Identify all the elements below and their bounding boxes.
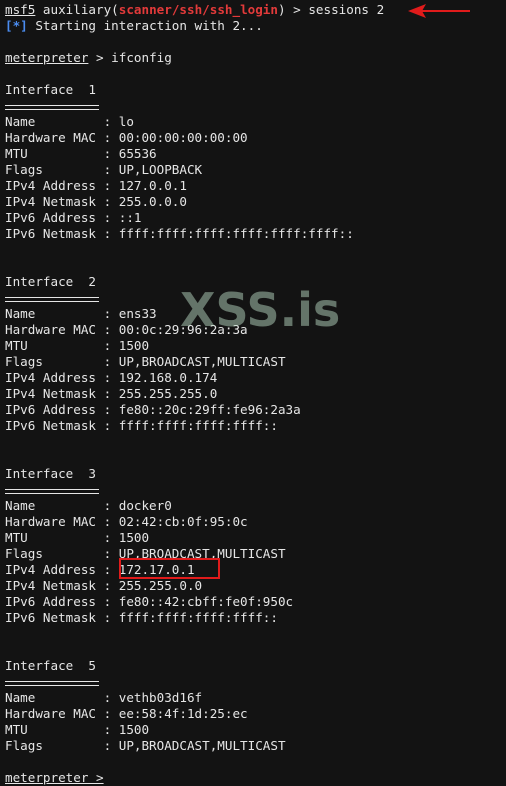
interface-row: Flags : UP,BROADCAST,MULTICAST bbox=[5, 354, 286, 369]
interface-row: Name : docker0 bbox=[5, 498, 172, 513]
interface-row: Flags : UP,BROADCAST,MULTICAST bbox=[5, 546, 286, 561]
interface-row: IPv4 Netmask : 255.255.255.0 bbox=[5, 386, 218, 401]
title-underline bbox=[5, 489, 99, 494]
interface-row: Name : vethb03d16f bbox=[5, 690, 203, 705]
interface-row: MTU : 1500 bbox=[5, 722, 150, 737]
interface-row-highlighted: IPv4 Address : 172.17.0.1 bbox=[5, 562, 195, 577]
msf-prompt-prefix: msf5 bbox=[5, 2, 36, 17]
interface-row: IPv4 Netmask : 255.0.0.0 bbox=[5, 194, 187, 209]
interface-title: Interface 3 bbox=[5, 466, 96, 481]
interface-row: IPv6 Netmask : ffff:ffff:ffff:ffff:: bbox=[5, 418, 278, 433]
title-underline bbox=[5, 297, 99, 302]
meterpreter-label: meterpreter bbox=[5, 50, 89, 65]
interface-row: IPv4 Netmask : 255.255.0.0 bbox=[5, 578, 203, 593]
sessions-command: > sessions 2 bbox=[285, 2, 385, 17]
interface-row: Hardware MAC : ee:58:4f:1d:25:ec bbox=[5, 706, 248, 721]
interface-row: IPv6 Address : ::1 bbox=[5, 210, 142, 225]
ifconfig-command: > ifconfig bbox=[88, 50, 172, 65]
interface-row: MTU : 65536 bbox=[5, 146, 157, 161]
interface-row: IPv6 Netmask : ffff:ffff:ffff:ffff:: bbox=[5, 610, 278, 625]
interface-row: Name : lo bbox=[5, 114, 134, 129]
interface-row: MTU : 1500 bbox=[5, 338, 150, 353]
status-tag: [*] bbox=[5, 18, 28, 33]
interface-row: IPv6 Address : fe80::42:cbff:fe0f:950c bbox=[5, 594, 294, 609]
interface-row: IPv6 Address : fe80::20c:29ff:fe96:2a3a bbox=[5, 402, 301, 417]
terminal-output: msf5 auxiliary(scanner/ssh/ssh_login) > … bbox=[5, 2, 506, 786]
trailing-meterpreter-prompt: meterpreter > bbox=[5, 770, 104, 785]
interface-row: Flags : UP,LOOPBACK bbox=[5, 162, 203, 177]
title-underline bbox=[5, 105, 99, 110]
title-underline bbox=[5, 681, 99, 686]
module-name: scanner/ssh/ssh_login bbox=[118, 2, 278, 17]
module-close: ) bbox=[277, 2, 286, 17]
interface-title: Interface 1 bbox=[5, 82, 96, 97]
xss-watermark: XSS.is bbox=[180, 283, 341, 337]
status-line: [*] Starting interaction with 2... bbox=[5, 18, 506, 34]
ip-highlight-box bbox=[119, 558, 220, 579]
module-open: auxiliary( bbox=[35, 2, 119, 17]
interface-row: Hardware MAC : 00:00:00:00:00:00 bbox=[5, 130, 248, 145]
interface-row: IPv4 Address : 192.168.0.174 bbox=[5, 370, 218, 385]
red-arrow-icon bbox=[408, 4, 470, 18]
interface-row: MTU : 1500 bbox=[5, 530, 150, 545]
interface-row: IPv4 Address : 127.0.0.1 bbox=[5, 178, 187, 193]
interface-title: Interface 5 bbox=[5, 658, 96, 673]
status-text: Starting interaction with 2... bbox=[27, 18, 263, 33]
interface-row: Flags : UP,BROADCAST,MULTICAST bbox=[5, 738, 286, 753]
interface-row: IPv6 Netmask : ffff:ffff:ffff:ffff:ffff:… bbox=[5, 226, 354, 241]
meterpreter-prompt-line: meterpreter > ifconfig bbox=[5, 50, 506, 66]
interface-row: Hardware MAC : 02:42:cb:0f:95:0c bbox=[5, 514, 248, 529]
